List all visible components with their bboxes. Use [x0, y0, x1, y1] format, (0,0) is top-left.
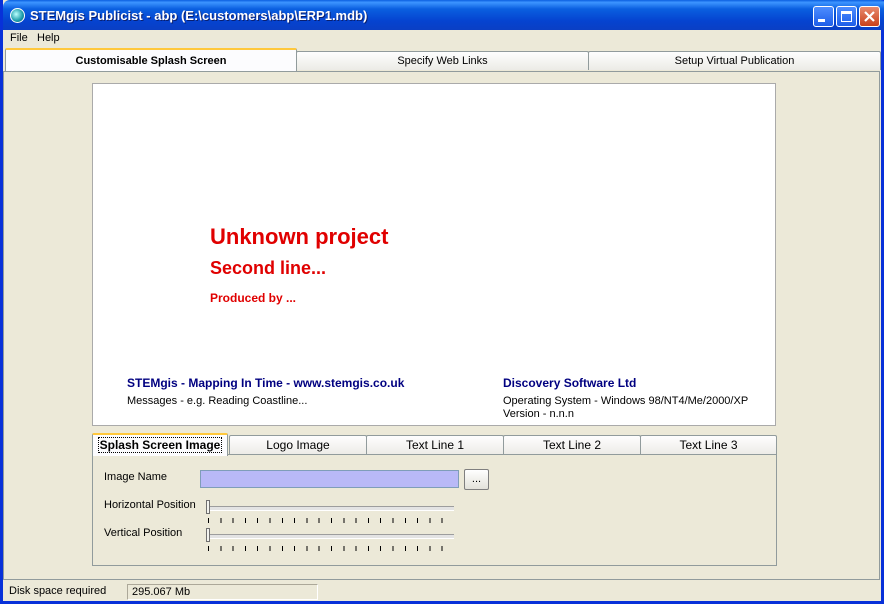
- slider-ticks: [208, 518, 454, 523]
- horizontal-position-slider[interactable]: [206, 500, 456, 524]
- slider-track: [206, 506, 454, 511]
- slider-track: [206, 534, 454, 539]
- slider-thumb[interactable]: [206, 528, 210, 542]
- messages-text: Messages - e.g. Reading Coastline...: [127, 395, 308, 407]
- project-title: Unknown project: [210, 224, 389, 249]
- slider-ticks: [208, 546, 454, 551]
- company-heading: Discovery Software Ltd: [503, 376, 637, 390]
- tab-label: Specify Web Links: [397, 55, 488, 67]
- window-title: STEMgis Publicist - abp (E:\customers\ab…: [30, 8, 368, 23]
- close-button[interactable]: [859, 6, 880, 27]
- os-text: Operating System - Windows 98/NT4/Me/200…: [503, 395, 749, 407]
- image-tab-strip: Splash Screen Image Logo Image Text Line…: [92, 433, 777, 456]
- tab-splash-screen-image[interactable]: Splash Screen Image: [92, 433, 228, 456]
- maximize-button[interactable]: [836, 6, 857, 27]
- tab-logo-image[interactable]: Logo Image: [229, 435, 367, 455]
- tab-label: Text Line 3: [679, 438, 738, 452]
- tab-customisable-splash-screen[interactable]: Customisable Splash Screen: [5, 48, 297, 71]
- menu-file[interactable]: File: [10, 32, 28, 44]
- tab-label: Text Line 2: [542, 438, 602, 452]
- menu-bar: File Help: [3, 30, 881, 48]
- tab-text-line-2[interactable]: Text Line 2: [503, 435, 641, 455]
- app-globe-icon: [10, 8, 25, 23]
- slider-thumb[interactable]: [206, 500, 210, 514]
- tab-label: Splash Screen Image: [97, 437, 223, 453]
- minimize-icon: [818, 19, 825, 22]
- minimize-button[interactable]: [813, 6, 834, 27]
- main-tab-strip: Customisable Splash Screen Specify Web L…: [3, 48, 881, 72]
- menu-help[interactable]: Help: [37, 32, 60, 44]
- tab-label: Logo Image: [266, 438, 330, 452]
- maximize-icon: [841, 11, 852, 22]
- title-bar[interactable]: STEMgis Publicist - abp (E:\customers\ab…: [3, 0, 884, 30]
- image-name-label: Image Name: [104, 471, 167, 483]
- disk-space-label: Disk space required: [9, 585, 107, 597]
- version-text: Version - n.n.n: [503, 408, 574, 420]
- tab-label: Text Line 1: [405, 438, 465, 452]
- produced-by-text: Produced by ...: [210, 291, 297, 305]
- browse-button[interactable]: ...: [464, 469, 489, 490]
- tab-specify-web-links[interactable]: Specify Web Links: [296, 51, 589, 70]
- tab-text-line-3[interactable]: Text Line 3: [640, 435, 777, 455]
- tab-label: Customisable Splash Screen: [75, 55, 227, 67]
- status-bar: Disk space required 295.067 Mb: [3, 583, 881, 601]
- tab-label: Setup Virtual Publication: [674, 55, 795, 67]
- tab-setup-virtual-publication[interactable]: Setup Virtual Publication: [588, 51, 881, 70]
- splash-preview: Unknown project Second line... Produced …: [92, 83, 776, 426]
- vertical-position-slider[interactable]: [206, 528, 456, 552]
- vertical-position-label: Vertical Position: [104, 527, 183, 539]
- second-line-text: Second line...: [210, 258, 327, 278]
- image-name-field[interactable]: [200, 470, 459, 488]
- disk-space-value: 295.067 Mb: [127, 584, 318, 600]
- website-heading: STEMgis - Mapping In Time - www.stemgis.…: [127, 376, 405, 390]
- horizontal-position-label: Horizontal Position: [104, 499, 196, 511]
- close-icon: [864, 11, 875, 22]
- tab-text-line-1[interactable]: Text Line 1: [366, 435, 504, 455]
